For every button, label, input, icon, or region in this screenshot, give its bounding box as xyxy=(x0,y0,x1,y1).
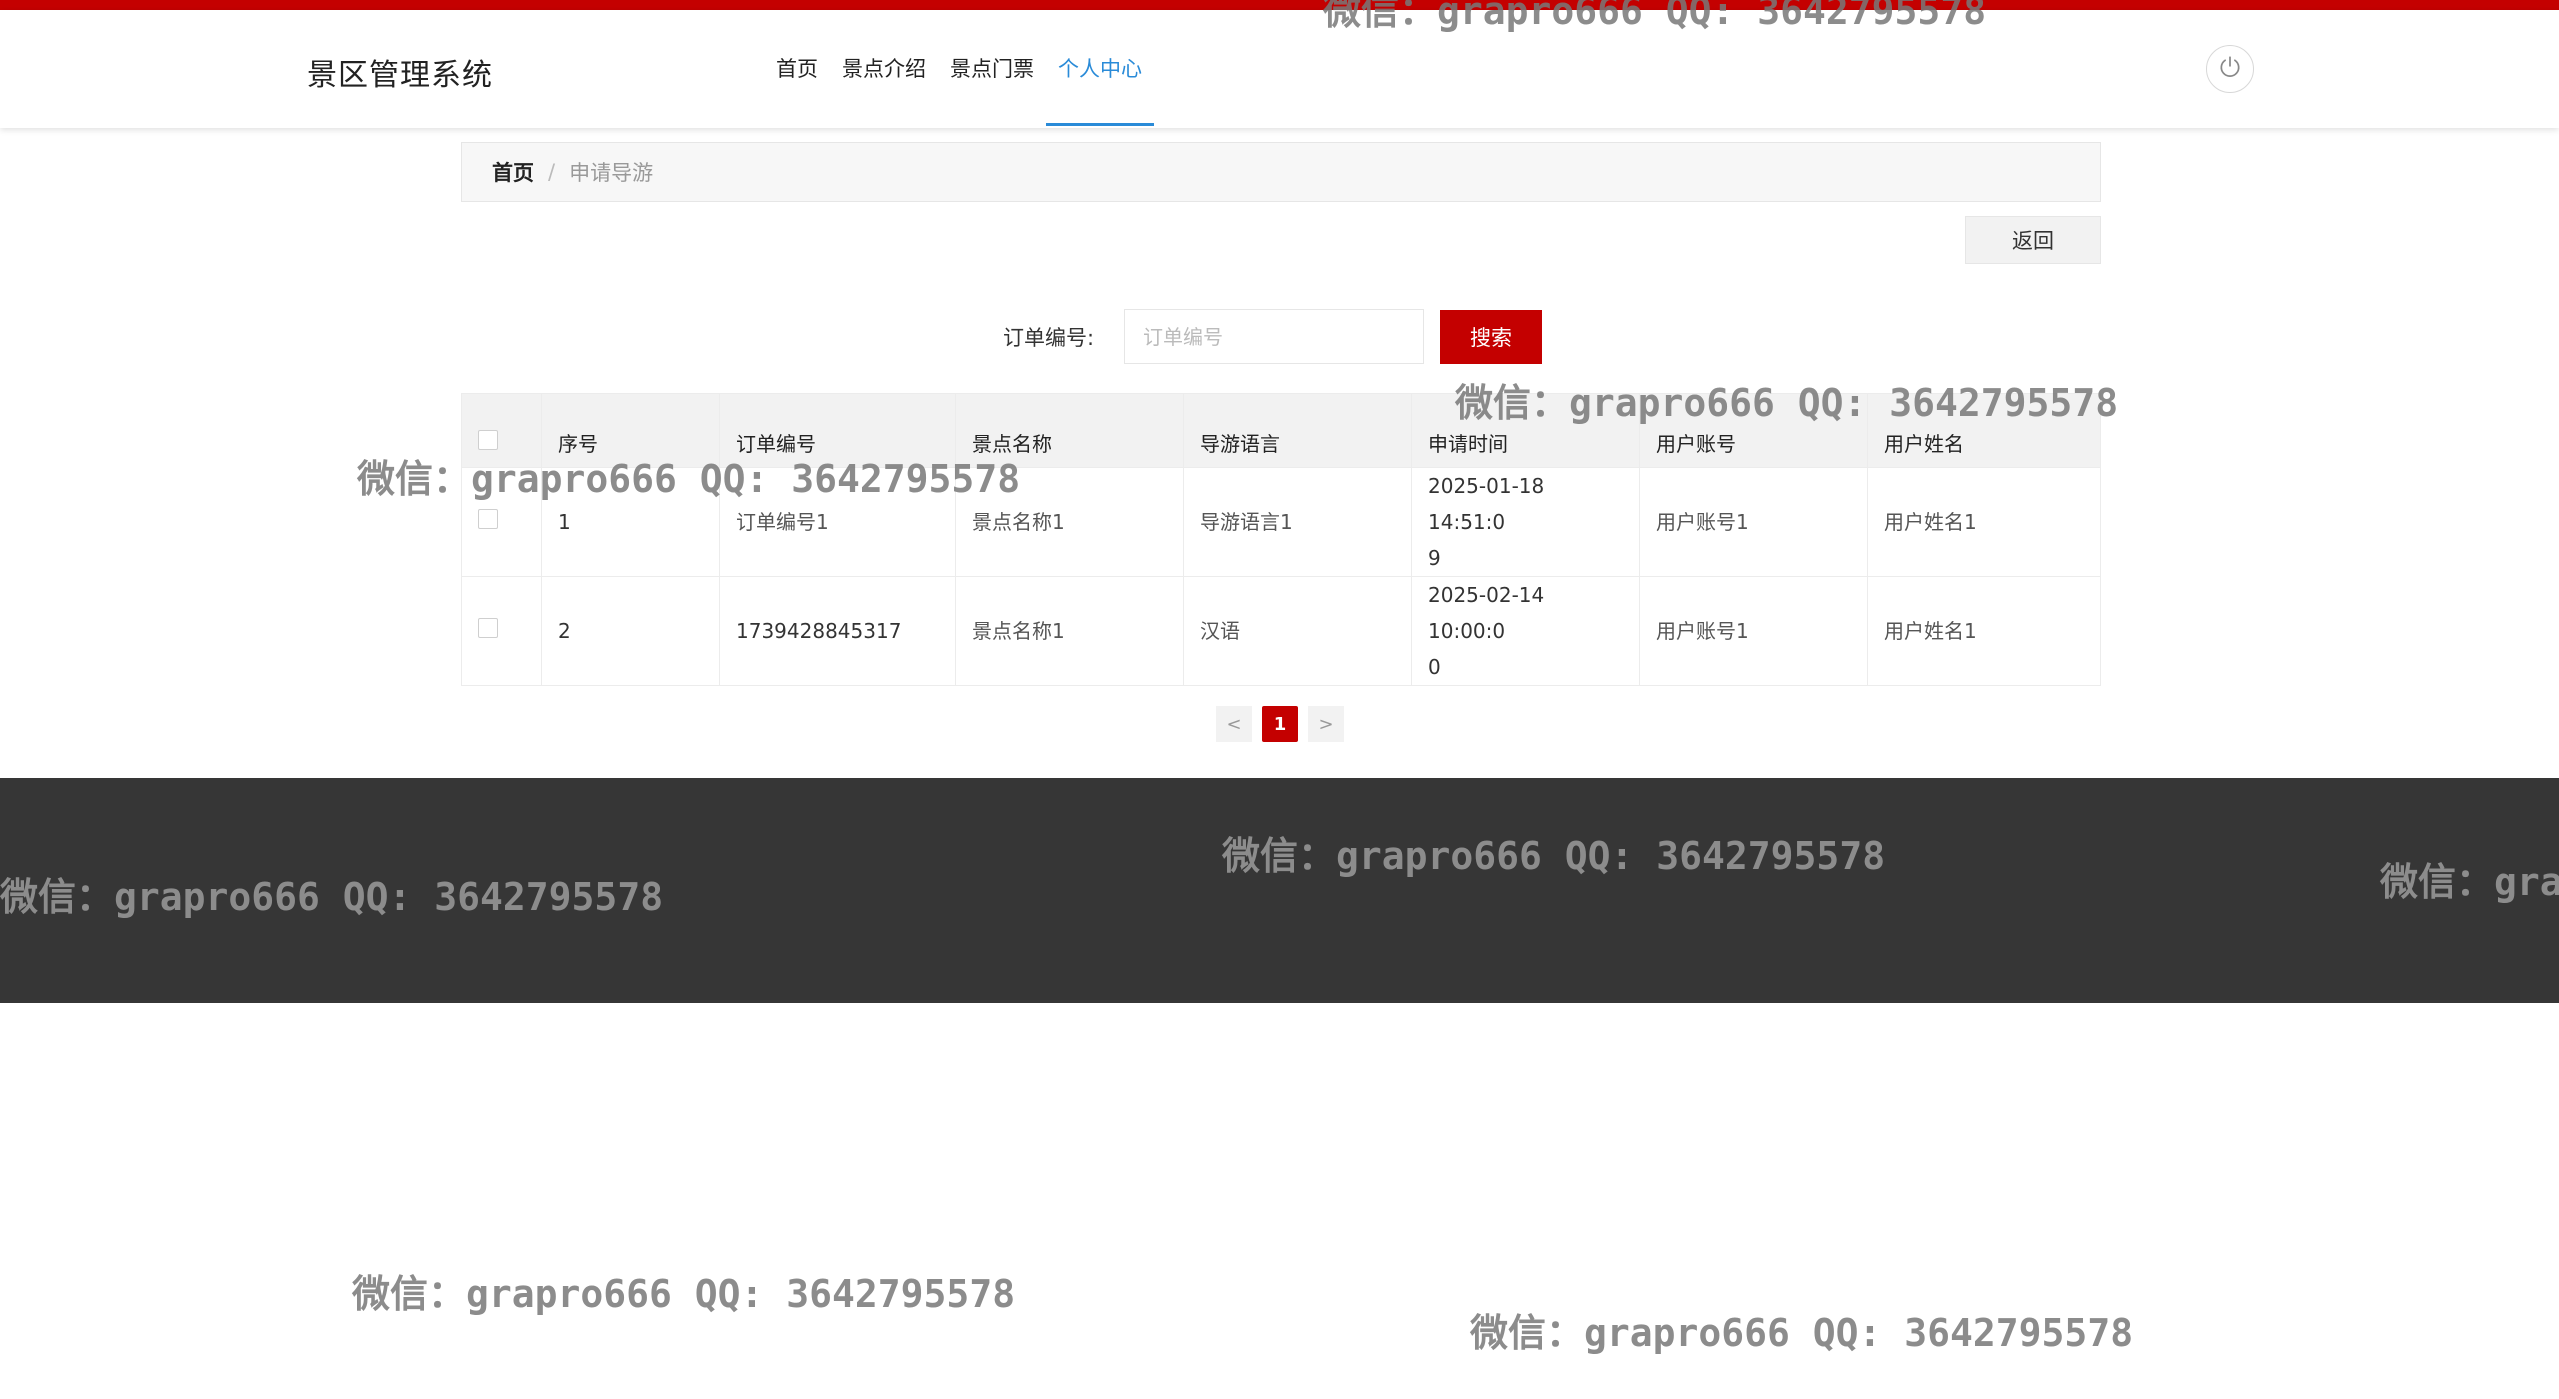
pagination: < 1 > xyxy=(1216,706,1344,742)
logout-button[interactable] xyxy=(2206,45,2254,93)
column-header: 订单编号 xyxy=(719,393,956,468)
cell-spot: 景点名称1 xyxy=(955,576,1184,686)
column-header: 导游语言 xyxy=(1183,393,1412,468)
cell-time-line1: 2025-01-18 14:51:0 xyxy=(1428,474,1545,534)
cell-name: 用户姓名1 xyxy=(1867,467,2101,577)
cell-order-no: 1739428845317 xyxy=(719,576,956,686)
cell-order-no: 订单编号1 xyxy=(719,467,956,577)
breadcrumb-separator: / xyxy=(548,160,556,184)
cell-account: 用户账号1 xyxy=(1639,576,1868,686)
guide-application-table: 序号 订单编号 景点名称 导游语言 申请时间 用户账号 用户姓名 1 订单编号1… xyxy=(461,393,2101,686)
column-header: 景点名称 xyxy=(955,393,1184,468)
select-all-checkbox[interactable] xyxy=(478,430,498,450)
row-select-cell xyxy=(461,467,542,577)
header: 景区管理系统 首页 景点介绍 景点门票 个人中心 xyxy=(0,10,2559,128)
watermark: 微信：grapro666 QQ: 3642795578 xyxy=(352,1272,1016,1316)
nav-item-personal-center[interactable]: 个人中心 xyxy=(1046,10,1154,128)
pagination-next-button[interactable]: > xyxy=(1308,706,1344,742)
cell-time-line1: 2025-02-14 10:00:0 xyxy=(1428,583,1545,643)
column-header: 用户账号 xyxy=(1639,393,1868,468)
watermark: 微信：grapro666 QQ: 3642795578 xyxy=(1470,1311,2134,1355)
page: 景区管理系统 首页 景点介绍 景点门票 个人中心 首页 / 申请导游 返回 订单… xyxy=(0,0,2559,1399)
breadcrumb-current: 申请导游 xyxy=(569,161,654,185)
footer xyxy=(0,778,2559,1003)
column-header: 申请时间 xyxy=(1411,393,1640,468)
search-button[interactable]: 搜索 xyxy=(1440,310,1542,364)
breadcrumb: 首页 / 申请导游 xyxy=(461,142,2101,202)
nav-item-home[interactable]: 首页 xyxy=(764,10,830,128)
row-checkbox[interactable] xyxy=(478,509,498,529)
breadcrumb-home[interactable]: 首页 xyxy=(492,157,534,187)
cell-time: 2025-02-14 10:00:0 0 xyxy=(1411,576,1640,686)
table-row[interactable]: 2 1739428845317 景点名称1 汉语 2025-02-14 10:0… xyxy=(461,576,2101,686)
cell-time-line2: 9 xyxy=(1428,546,1441,570)
cell-time-line2: 0 xyxy=(1428,655,1441,679)
cell-index: 1 xyxy=(541,467,720,577)
cell-time: 2025-01-18 14:51:0 9 xyxy=(1411,467,1640,577)
search-label: 订单编号: xyxy=(1003,326,1095,350)
app-title: 景区管理系统 xyxy=(307,58,493,93)
header-select-all xyxy=(461,393,542,468)
cell-index: 2 xyxy=(541,576,720,686)
pagination-page-1[interactable]: 1 xyxy=(1262,706,1298,742)
pagination-prev-button[interactable]: < xyxy=(1216,706,1252,742)
row-checkbox[interactable] xyxy=(478,618,498,638)
cell-language: 汉语 xyxy=(1183,576,1412,686)
row-select-cell xyxy=(461,576,542,686)
power-icon xyxy=(2217,54,2243,84)
column-header: 用户姓名 xyxy=(1867,393,2101,468)
cell-language: 导游语言1 xyxy=(1183,467,1412,577)
table-header-row: 序号 订单编号 景点名称 导游语言 申请时间 用户账号 用户姓名 xyxy=(461,393,2101,468)
cell-account: 用户账号1 xyxy=(1639,467,1868,577)
main-nav: 首页 景点介绍 景点门票 个人中心 xyxy=(764,10,1154,128)
nav-item-tickets[interactable]: 景点门票 xyxy=(938,10,1046,128)
back-button[interactable]: 返回 xyxy=(1965,216,2101,264)
nav-item-spots[interactable]: 景点介绍 xyxy=(830,10,938,128)
cell-name: 用户姓名1 xyxy=(1867,576,2101,686)
top-accent-strip xyxy=(0,0,2559,10)
cell-spot: 景点名称1 xyxy=(955,467,1184,577)
column-header: 序号 xyxy=(541,393,720,468)
order-number-search-input[interactable] xyxy=(1124,309,1424,364)
table-row[interactable]: 1 订单编号1 景点名称1 导游语言1 2025-01-18 14:51:0 9 … xyxy=(461,467,2101,577)
